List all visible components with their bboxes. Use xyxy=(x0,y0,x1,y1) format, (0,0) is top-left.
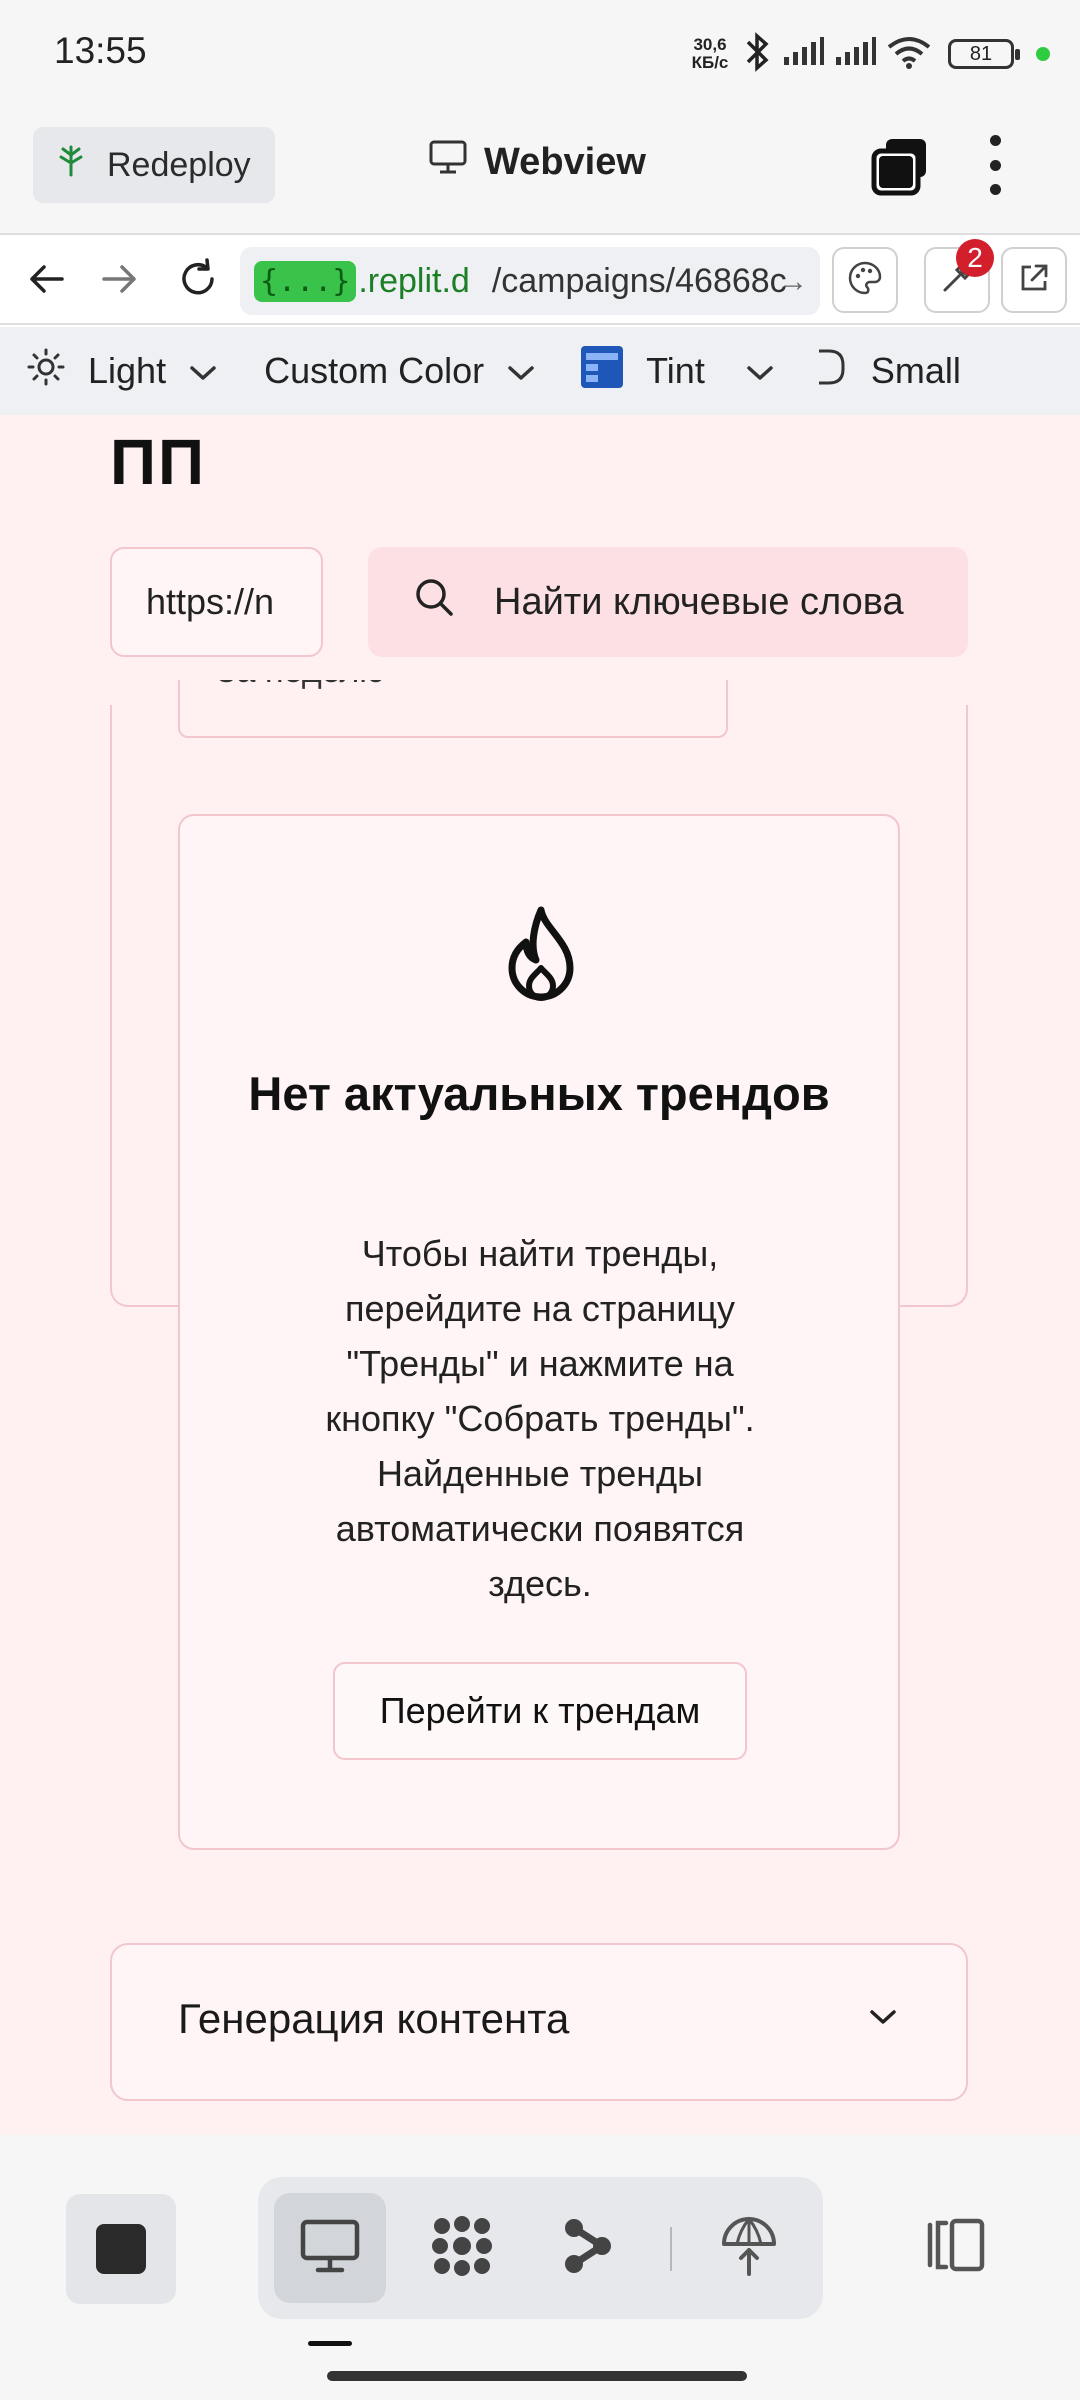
theme-size-label: Small xyxy=(870,350,961,391)
url-badge: {...} xyxy=(254,260,357,302)
agent-swirl-icon xyxy=(428,2212,496,2285)
network-speed-unit: КБ/с xyxy=(691,53,729,72)
status-time: 13:55 xyxy=(54,30,147,71)
bottom-toolbar xyxy=(0,2135,1080,2400)
search-icon xyxy=(412,575,456,629)
network-speed-value: 30,6 xyxy=(693,35,727,54)
status-bar: 13:55 30,6 КБ/с 81 xyxy=(0,0,1080,105)
home-indicator[interactable] xyxy=(327,2371,747,2381)
chevron-down-icon xyxy=(866,2005,900,2034)
notification-badge: 2 xyxy=(956,239,994,277)
keyboard-indicator xyxy=(308,2341,352,2346)
redeploy-button[interactable]: Redeploy xyxy=(33,127,275,203)
battery-indicator: 81 xyxy=(948,39,1020,69)
external-link-icon xyxy=(1017,261,1051,300)
url-bar: {...} .replit.d /campaigns/46868c → 2 xyxy=(0,237,1080,325)
more-options-icon[interactable] xyxy=(985,135,1005,195)
theme-color-label: Custom Color xyxy=(264,350,485,391)
find-keywords-label: Найти ключевые слова xyxy=(494,580,904,623)
dock-panel-icon[interactable] xyxy=(920,2215,990,2280)
wifi-icon xyxy=(886,35,932,74)
theme-toolbar: Light Custom Color Tint Small xyxy=(0,327,1080,415)
empty-state-description: Чтобы найти тренды, перейдите на страниц… xyxy=(325,1233,755,1604)
theme-tint-select[interactable]: Tint xyxy=(580,327,775,415)
find-keywords-button[interactable]: Найти ключевые слова xyxy=(368,547,968,657)
signal-icon xyxy=(782,36,824,72)
signal-icon-2 xyxy=(834,36,876,72)
palette-swatch-icon xyxy=(580,345,624,398)
status-icons: 30,6 КБ/с 81 xyxy=(688,30,1050,78)
url-host: .replit.d xyxy=(358,261,470,300)
app-bar: Redeploy Webview xyxy=(0,105,1080,235)
chevron-down-icon xyxy=(506,350,536,392)
empty-state-card: Нет актуальных трендов Чтобы найти тренд… xyxy=(178,814,900,1850)
stop-icon xyxy=(96,2224,146,2274)
workspace-tools-group xyxy=(258,2177,823,2319)
url-path: /campaigns/46868c xyxy=(491,261,787,300)
chevron-down-icon xyxy=(188,350,218,392)
go-to-trends-button[interactable]: Перейти к трендам xyxy=(333,1662,747,1760)
tabs-icon[interactable] xyxy=(870,137,932,202)
theme-mode-label: Light xyxy=(88,350,167,391)
deploy-umbrella-icon xyxy=(720,2214,778,2283)
webview-tool-button[interactable] xyxy=(274,2193,386,2303)
bluetooth-icon xyxy=(742,31,772,77)
toolbar-divider xyxy=(670,2227,672,2271)
chevron-down-icon xyxy=(745,350,775,392)
forward-arrow-icon[interactable] xyxy=(98,257,142,306)
corner-radius-icon xyxy=(815,347,849,396)
git-tool-button[interactable] xyxy=(532,2193,644,2303)
theme-color-select[interactable]: Custom Color xyxy=(264,327,536,415)
webview-title-label: Webview xyxy=(484,140,646,183)
webview-content: ПП https://n Найти ключевые слова За нед… xyxy=(0,415,1080,2135)
network-speed: 30,6 КБ/с xyxy=(688,36,732,72)
stop-button[interactable] xyxy=(66,2194,176,2304)
content-generation-accordion[interactable]: Генерация контента xyxy=(110,1943,968,2101)
flame-icon xyxy=(500,906,582,1011)
back-arrow-icon[interactable] xyxy=(24,257,68,306)
tree-icon xyxy=(57,145,85,186)
reload-icon[interactable] xyxy=(176,257,220,306)
palette-icon xyxy=(847,260,883,301)
agent-tool-button[interactable] xyxy=(406,2193,518,2303)
theme-tint-label: Tint xyxy=(646,350,705,391)
url-go-arrow-icon[interactable]: → xyxy=(778,265,808,299)
period-select-label: За неделю xyxy=(216,680,385,691)
theme-size-select[interactable]: Small xyxy=(815,327,961,415)
monitor-icon xyxy=(300,2218,360,2279)
sun-icon xyxy=(26,347,66,396)
theme-mode-select[interactable]: Light xyxy=(26,327,218,415)
privacy-indicator-dot xyxy=(1036,47,1050,61)
git-branch-icon xyxy=(560,2216,616,2281)
empty-state-title: Нет актуальных трендов xyxy=(248,1067,830,1120)
monitor-icon xyxy=(428,139,468,185)
open-external-button[interactable] xyxy=(1001,247,1067,313)
deploy-tool-button[interactable] xyxy=(693,2193,805,2303)
devtools-button[interactable]: 2 xyxy=(924,239,994,313)
webview-title[interactable]: Webview xyxy=(428,139,646,185)
period-select[interactable]: За неделю xyxy=(178,680,728,738)
redeploy-label: Redeploy xyxy=(107,145,251,184)
page-title: ПП xyxy=(110,426,206,498)
url-field[interactable]: {...} .replit.d /campaigns/46868c → xyxy=(240,247,820,315)
url-input[interactable]: https://n xyxy=(110,547,323,657)
palette-button[interactable] xyxy=(832,247,898,313)
content-generation-title: Генерация контента xyxy=(178,1995,570,2042)
